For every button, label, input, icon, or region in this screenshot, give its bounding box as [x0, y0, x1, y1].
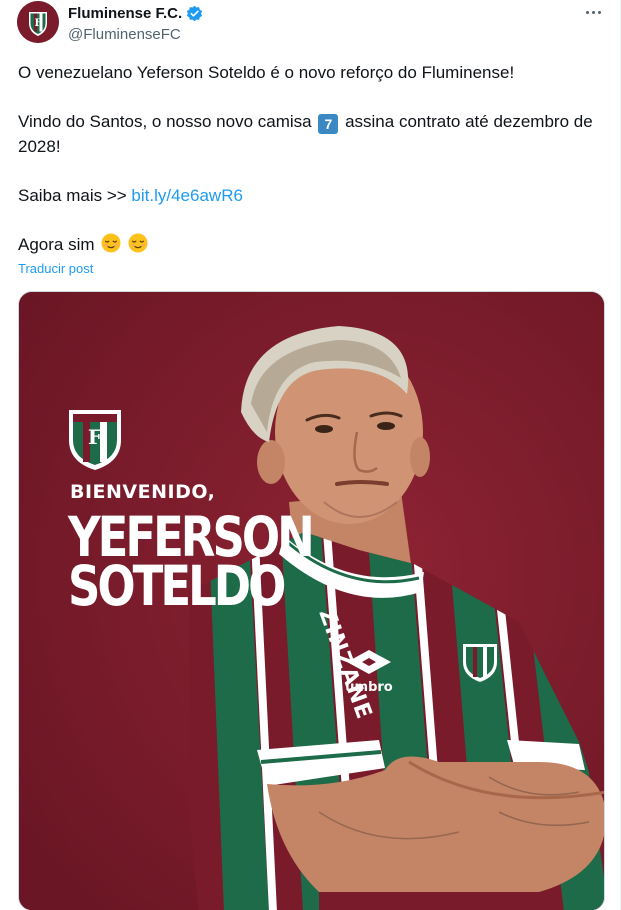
author-handle[interactable]: @FluminenseFC: [68, 26, 203, 43]
svg-text:F: F: [88, 425, 102, 449]
keycap-number: 7: [318, 114, 339, 134]
tweet-line-2: Vindo do Santos, o nosso novo camisa 7 a…: [18, 109, 608, 159]
avatar[interactable]: F: [17, 1, 59, 43]
relieved-face-emoji-icon: [128, 233, 148, 253]
fluminense-crest-icon: F: [17, 1, 59, 43]
player-last-name: SOTELDO: [68, 554, 286, 619]
closing-text: Agora sim: [18, 235, 95, 254]
svg-text:F: F: [34, 18, 41, 29]
tweet-card[interactable]: F Fluminense F.C. @FluminenseFC O venezu…: [0, 0, 621, 910]
more-info-text: Saiba mais >>: [18, 186, 127, 205]
tweet-line-3: Saiba mais >> bit.ly/4e6awR6: [18, 183, 608, 208]
tweet-line-1: O venezuelano Yeferson Soteldo é o novo …: [18, 63, 515, 82]
post-image[interactable]: F umbro ZINZANE BIENVENIDO, YEFERSON SOT…: [18, 291, 605, 910]
author-name[interactable]: Fluminense F.C.: [68, 5, 182, 22]
short-link[interactable]: bit.ly/4e6awR6: [131, 186, 243, 205]
more-options-icon[interactable]: [582, 2, 604, 22]
welcome-title: BIENVENIDO,: [70, 481, 216, 503]
relieved-face-emoji-icon: [101, 233, 121, 253]
tweet-text: O venezuelano Yeferson Soteldo é o novo …: [18, 60, 608, 257]
translate-post-link[interactable]: Traducir post: [18, 261, 93, 276]
tweet-line-2-start: Vindo do Santos, o nosso novo camisa: [18, 112, 312, 131]
tweet-line-4: Agora sim: [18, 232, 608, 257]
verified-badge-icon: [187, 5, 203, 21]
